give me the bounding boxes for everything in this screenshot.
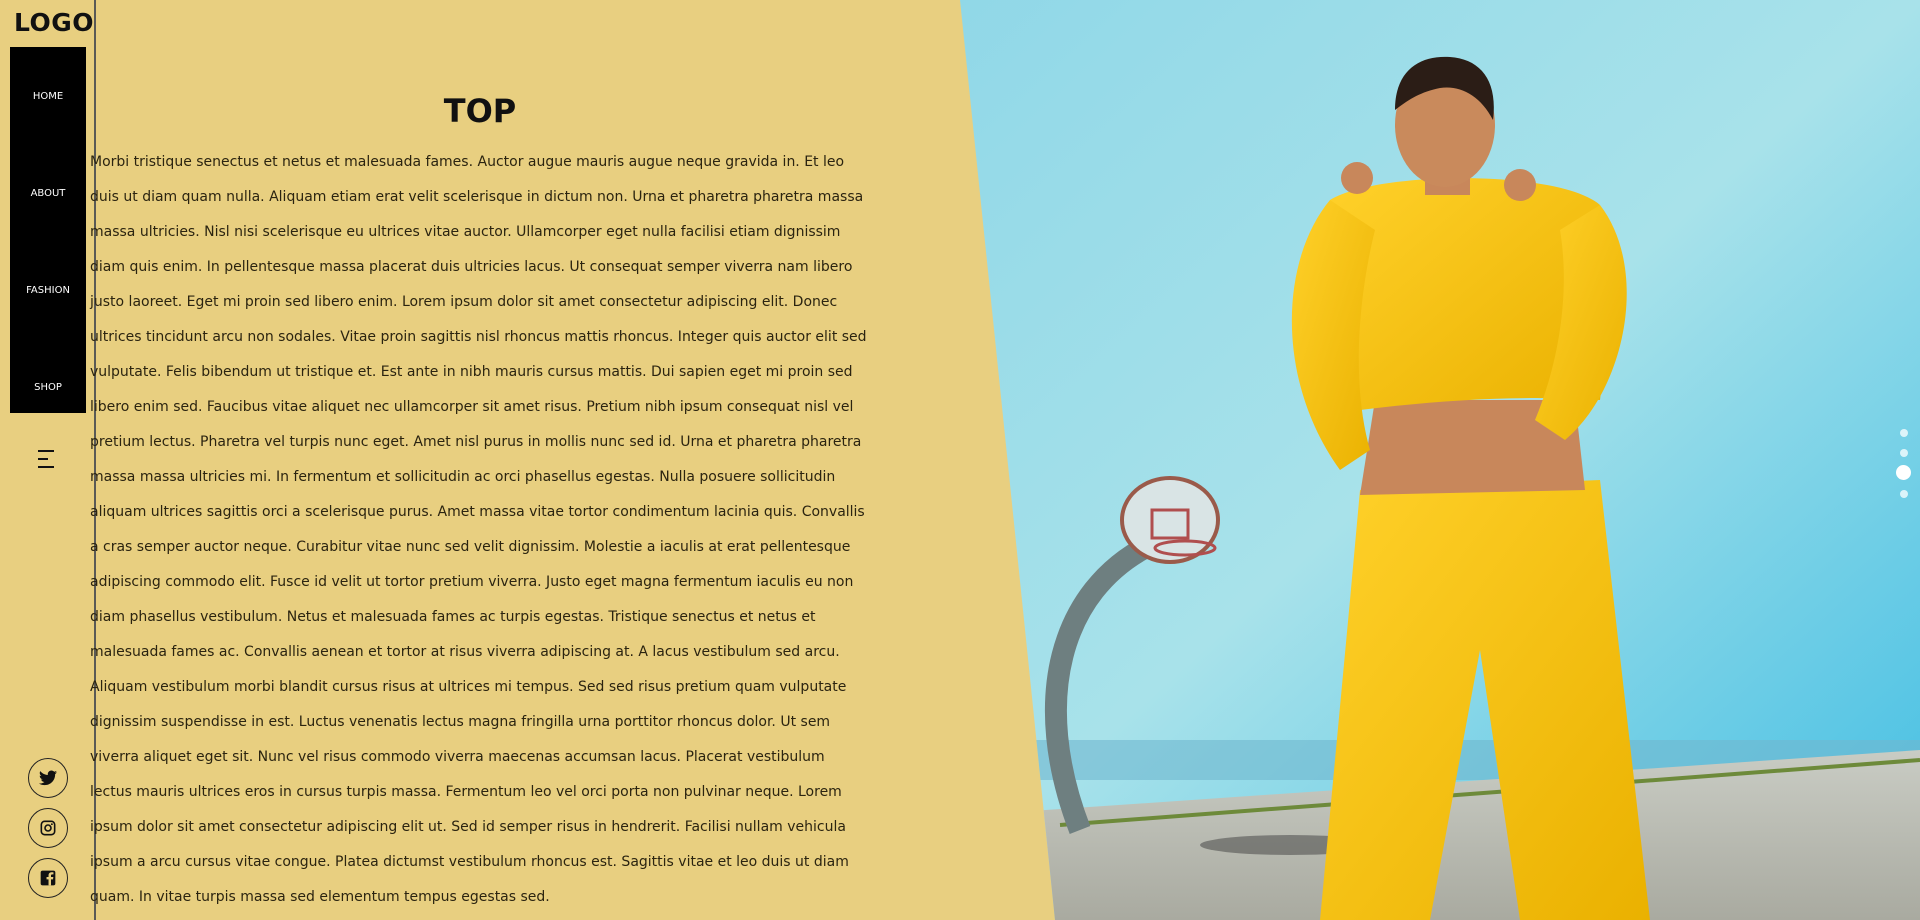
main-nav: HOME ABOUT FASHION SHOP	[10, 47, 86, 413]
nav-item-home[interactable]: HOME	[10, 91, 86, 102]
logo[interactable]: LOGO	[14, 8, 94, 37]
slide-dot-2[interactable]	[1900, 449, 1908, 457]
hamburger-menu-icon[interactable]	[38, 450, 58, 472]
slide-dot-active[interactable]	[1896, 465, 1911, 480]
nav-item-about[interactable]: ABOUT	[10, 188, 86, 199]
body-paragraph: Morbi tristique senectus et netus et mal…	[90, 154, 867, 905]
nav-item-fashion[interactable]: FASHION	[10, 285, 86, 296]
facebook-icon[interactable]	[28, 858, 68, 898]
instagram-icon[interactable]	[28, 808, 68, 848]
page-title: TOP	[443, 92, 517, 130]
nav-item-shop[interactable]: SHOP	[10, 382, 86, 393]
main-content: TOP Morbi tristique senectus et netus et…	[90, 92, 870, 915]
slide-dot-4[interactable]	[1900, 490, 1908, 498]
twitter-icon[interactable]	[28, 758, 68, 798]
slide-dot-1[interactable]	[1900, 429, 1908, 437]
sidebar: LOGO HOME ABOUT FASHION SHOP	[0, 0, 96, 920]
